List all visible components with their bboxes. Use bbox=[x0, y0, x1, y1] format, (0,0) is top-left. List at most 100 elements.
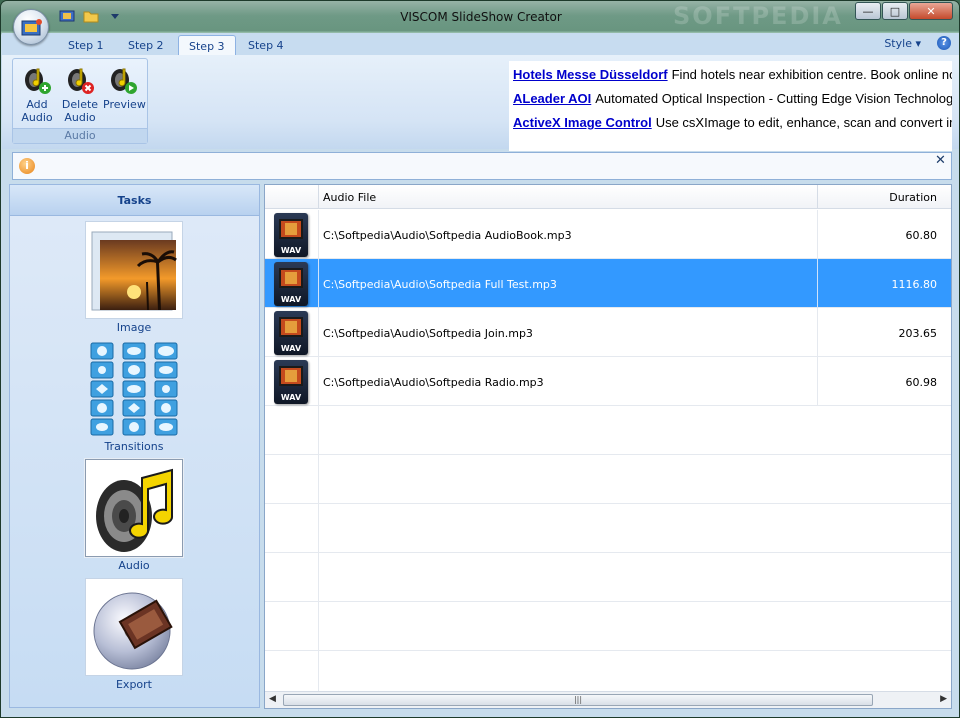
column-divider bbox=[817, 185, 818, 209]
audio-file-path: C:\Softpedia\Audio\Softpedia AudioBook.m… bbox=[323, 229, 572, 242]
task-export[interactable]: Export bbox=[84, 578, 184, 691]
audio-file-path: C:\Softpedia\Audio\Softpedia Radio.mp3 bbox=[323, 376, 544, 389]
style-label: Style bbox=[884, 37, 912, 50]
chevron-down-icon: ▾ bbox=[915, 37, 921, 50]
app-window: SOFTPEDIA VISCOM SlideShow Creator — □ ✕… bbox=[0, 0, 960, 718]
chevron-down-icon bbox=[111, 14, 119, 19]
wav-file-icon: WAV bbox=[271, 309, 311, 356]
column-header-duration[interactable]: Duration bbox=[889, 191, 937, 204]
table-row[interactable]: WAV C:\Softpedia\Audio\Softpedia AudioBo… bbox=[265, 210, 951, 259]
column-divider bbox=[817, 308, 818, 357]
audio-file-path: C:\Softpedia\Audio\Softpedia Join.mp3 bbox=[323, 327, 533, 340]
customize-toolbar-button[interactable] bbox=[105, 8, 125, 24]
open-project-button[interactable] bbox=[81, 8, 101, 24]
info-bar-close-icon[interactable]: ✕ bbox=[935, 153, 946, 168]
audio-duration: 60.80 bbox=[905, 229, 938, 242]
tab-step-1[interactable]: Step 1 bbox=[58, 35, 114, 55]
application-menu-button[interactable] bbox=[13, 9, 49, 45]
audio-group-label: Audio bbox=[13, 128, 147, 143]
maximize-button[interactable]: □ bbox=[882, 2, 908, 20]
add-audio-label: Add Audio bbox=[21, 98, 53, 124]
wav-label: WAV bbox=[280, 344, 302, 353]
empty-row bbox=[265, 406, 951, 455]
task-image[interactable]: Image bbox=[84, 221, 184, 334]
close-icon: ✕ bbox=[926, 4, 936, 18]
delete-audio-button[interactable]: Delete Audio bbox=[60, 63, 100, 124]
scroll-right-icon[interactable]: ▶ bbox=[940, 694, 947, 704]
new-project-button[interactable] bbox=[57, 8, 77, 24]
minimize-icon: — bbox=[862, 4, 874, 18]
ad-line: ActiveX Image Control Use csXImage to edi… bbox=[513, 115, 952, 130]
ad-line: ALeader AOI Automated Optical Inspection … bbox=[513, 91, 952, 106]
ad-link[interactable]: ActiveX Image Control bbox=[513, 115, 652, 130]
column-divider bbox=[318, 210, 319, 259]
wav-label: WAV bbox=[280, 246, 302, 255]
transitions-task-icon bbox=[85, 340, 183, 438]
horizontal-scrollbar[interactable]: ◀ ||| ▶ bbox=[265, 691, 951, 708]
audio-group: Add Audio Delete Audio Preview Audio bbox=[12, 58, 148, 144]
empty-row bbox=[265, 455, 951, 504]
empty-row bbox=[265, 651, 951, 693]
preview-audio-icon bbox=[107, 63, 139, 95]
table-row[interactable]: WAV C:\Softpedia\Audio\Softpedia Join.mp… bbox=[265, 308, 951, 357]
quick-access-toolbar bbox=[57, 8, 125, 24]
ad-line: Hotels Messe Düsseldorf Find hotels near … bbox=[513, 67, 952, 82]
empty-row bbox=[265, 602, 951, 651]
style-menu[interactable]: Style ▾ bbox=[884, 37, 921, 50]
task-transitions[interactable]: Transitions bbox=[84, 340, 184, 453]
ad-link[interactable]: Hotels Messe Düsseldorf bbox=[513, 67, 668, 82]
ad-link[interactable]: ALeader AOI bbox=[513, 91, 591, 106]
folder-icon bbox=[83, 11, 99, 23]
list-header: Audio File Duration bbox=[265, 185, 951, 209]
column-divider bbox=[817, 259, 818, 308]
wav-file-icon: WAV bbox=[271, 211, 311, 258]
add-audio-icon bbox=[21, 63, 53, 95]
add-audio-button[interactable]: Add Audio bbox=[17, 63, 57, 124]
minimize-button[interactable]: — bbox=[855, 2, 881, 20]
task-audio-label: Audio bbox=[118, 559, 150, 572]
audio-duration: 60.98 bbox=[905, 376, 938, 389]
column-divider bbox=[318, 308, 319, 357]
tab-step-4[interactable]: Step 4 bbox=[238, 35, 294, 55]
table-row[interactable]: WAV C:\Softpedia\Audio\Softpedia Radio.m… bbox=[265, 357, 951, 406]
wav-label: WAV bbox=[280, 393, 302, 402]
export-task-icon bbox=[85, 578, 183, 676]
column-divider bbox=[318, 357, 319, 406]
tasks-panel: Tasks Image Transitions Audio Export bbox=[9, 184, 260, 708]
window-controls: — □ ✕ bbox=[855, 2, 953, 20]
preview-audio-button[interactable]: Preview bbox=[103, 63, 146, 111]
task-export-label: Export bbox=[115, 678, 152, 691]
help-icon[interactable]: ? bbox=[937, 36, 951, 50]
info-icon: i bbox=[19, 158, 35, 174]
slideshow-app-icon bbox=[21, 19, 42, 36]
close-button[interactable]: ✕ bbox=[909, 2, 953, 20]
audio-duration: 1116.80 bbox=[891, 278, 938, 291]
column-header-audio-file[interactable]: Audio File bbox=[323, 191, 376, 204]
column-divider bbox=[817, 357, 818, 406]
table-row-selected[interactable]: WAV C:\Softpedia\Audio\Softpedia Full Te… bbox=[265, 259, 951, 308]
audio-file-list: Audio File Duration WAV C:\Softpedia\Aud… bbox=[264, 184, 952, 709]
tab-step-3[interactable]: Step 3 bbox=[178, 35, 236, 55]
task-audio[interactable]: Audio bbox=[84, 459, 184, 572]
column-divider bbox=[318, 259, 319, 308]
scrollbar-thumb[interactable]: ||| bbox=[283, 694, 873, 706]
ad-banner: Hotels Messe Düsseldorf Find hotels near … bbox=[509, 61, 952, 151]
info-bar: i bbox=[12, 152, 952, 180]
empty-row bbox=[265, 553, 951, 602]
column-divider bbox=[318, 185, 319, 209]
wav-file-icon: WAV bbox=[271, 260, 311, 307]
title-bar: SOFTPEDIA VISCOM SlideShow Creator bbox=[1, 1, 959, 31]
ad-text: Automated Optical Inspection - Cutting E… bbox=[595, 91, 952, 106]
task-image-label: Image bbox=[116, 321, 152, 334]
maximize-icon: □ bbox=[889, 4, 901, 18]
window-title: VISCOM SlideShow Creator bbox=[400, 10, 562, 24]
tab-step-2[interactable]: Step 2 bbox=[118, 35, 174, 55]
wav-file-icon: WAV bbox=[271, 358, 311, 405]
delete-audio-icon bbox=[64, 63, 96, 95]
ad-text: Find hotels near exhibition centre. Book… bbox=[671, 67, 952, 82]
task-transitions-label: Transitions bbox=[104, 440, 164, 453]
ribbon-tab-strip: Step 1 Step 2 Step 3 Step 4 bbox=[2, 33, 959, 55]
delete-audio-label: Delete Audio bbox=[61, 98, 99, 124]
scroll-left-icon[interactable]: ◀ bbox=[269, 694, 276, 704]
image-task-icon bbox=[85, 221, 183, 319]
